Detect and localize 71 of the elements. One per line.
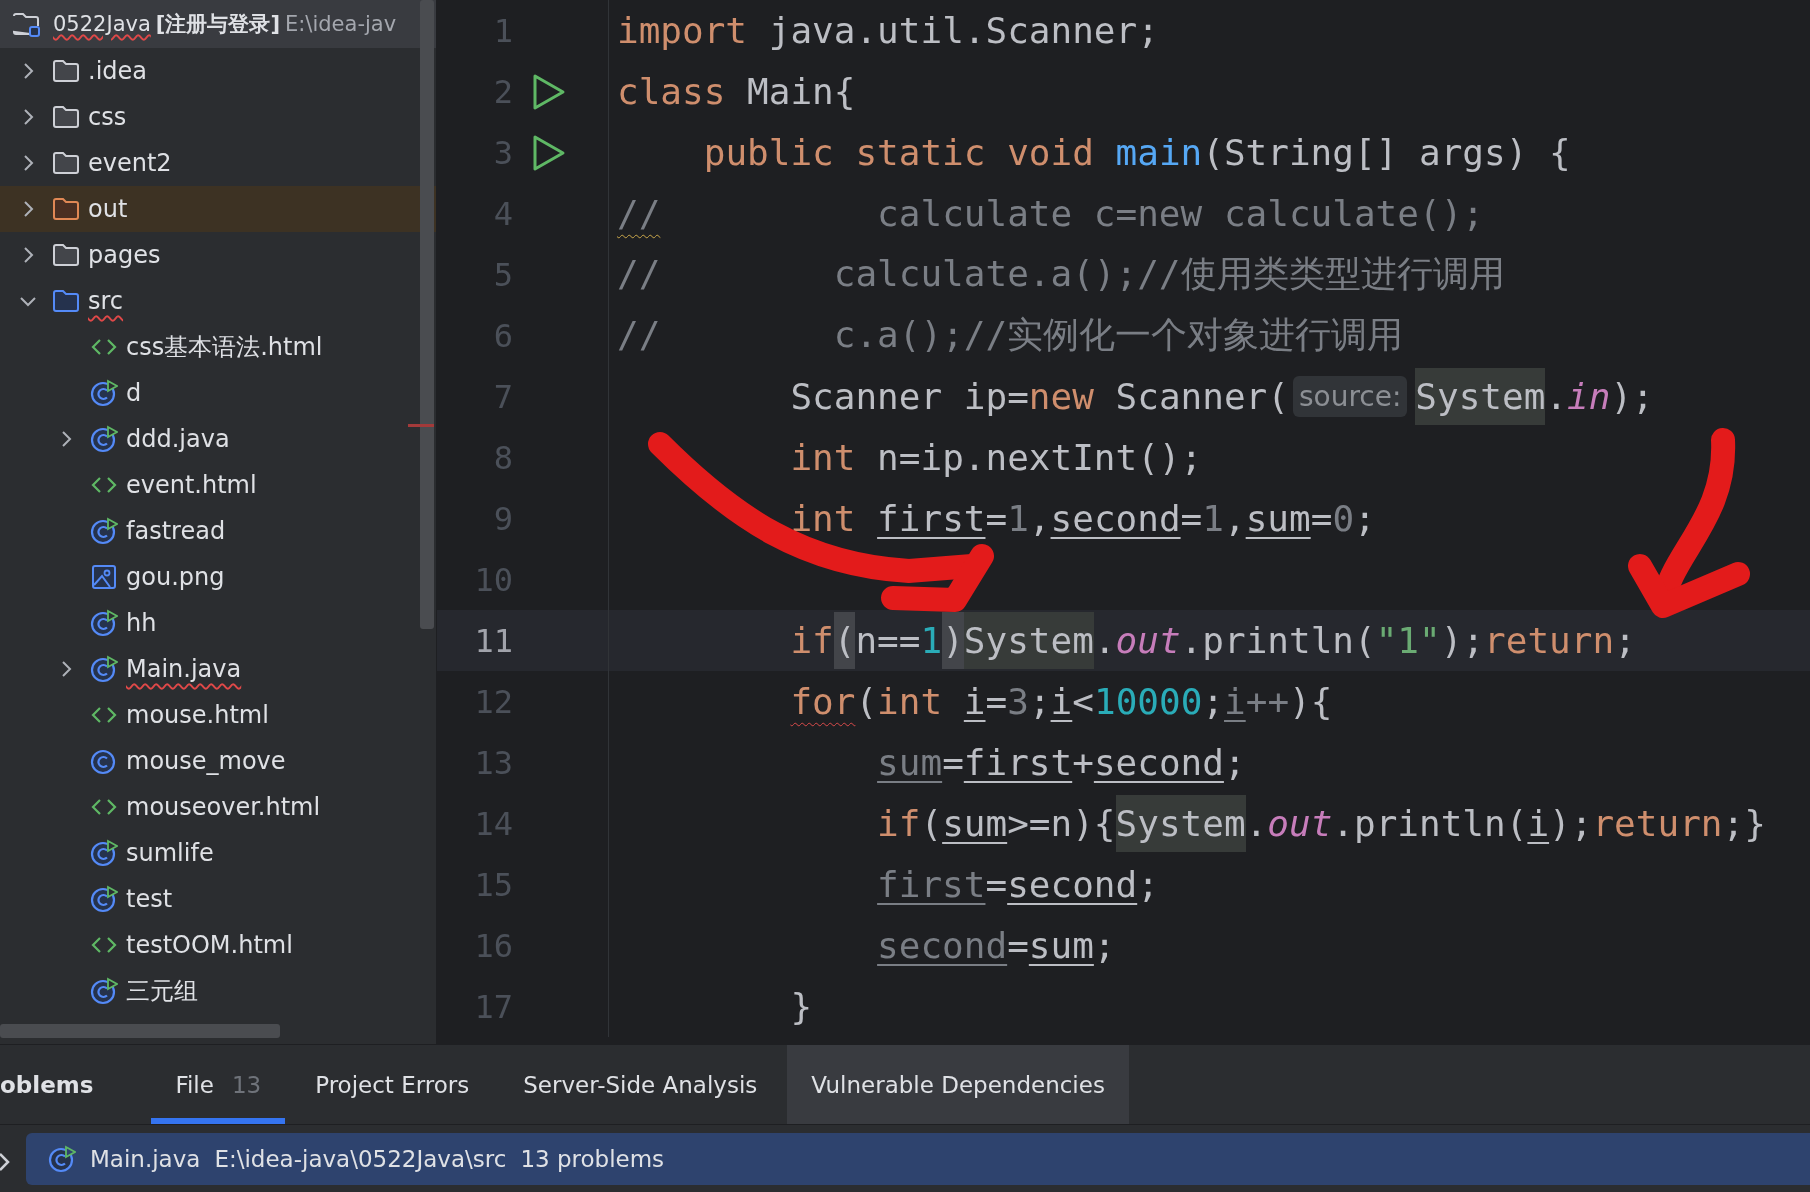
runnable-class-icon <box>90 977 118 1005</box>
tree-item-label[interactable]: test <box>126 885 173 913</box>
panel-tab[interactable]: Vulnerable Dependencies <box>787 1045 1129 1124</box>
folder-icon <box>52 195 80 223</box>
code-line: // calculate c=new calculate(); <box>616 192 1484 236</box>
tree-item-label[interactable]: Main.java <box>126 655 242 683</box>
runnable-class-icon <box>90 839 118 867</box>
code-line: if(n==1)System.out.println("1");return; <box>609 610 1636 671</box>
panel-tab[interactable]: Server-Side Analysis <box>499 1045 782 1124</box>
tree-item-label[interactable]: css基本语法.html <box>126 331 323 363</box>
tree-item-label[interactable]: hh <box>126 609 157 637</box>
code-line: public static void main(String[] args) { <box>702 131 1571 175</box>
tree-item-label[interactable]: src <box>88 287 124 315</box>
tree-item-label[interactable]: event2 <box>88 149 172 177</box>
code-line: second=sum; <box>876 924 1116 968</box>
module-name: [注册与登录] <box>155 11 280 38</box>
code-line: } <box>789 985 813 1029</box>
problem-file-row[interactable]: Main.java E:\idea-java\0522Java\src 13 problems <box>26 1132 1810 1185</box>
code-line: // calculate.a();//使用类类型进行调用 <box>616 252 1505 296</box>
scrollbar-thumb[interactable] <box>0 1024 280 1038</box>
scrollbar-thumb[interactable] <box>420 0 434 629</box>
panel-tab[interactable]: File 13 <box>151 1045 286 1124</box>
project-folder-icon <box>12 10 40 38</box>
tree-item-label[interactable]: fastread <box>126 517 226 545</box>
tree-item-label[interactable]: mouse_move <box>126 747 286 775</box>
tree-item-label[interactable]: out <box>88 195 128 223</box>
line-number: 11 <box>473 621 513 660</box>
tree-item-label[interactable]: .idea <box>88 57 147 85</box>
code-line: import java.util.Scanner; <box>616 9 1159 53</box>
code-line: class Main{ <box>616 70 856 114</box>
code-line: for(int i=3;i<10000;i++){ <box>789 680 1333 724</box>
runnable-class-icon <box>90 655 118 683</box>
class-icon <box>90 747 118 775</box>
tree-item-label[interactable]: mouseover.html <box>126 793 321 821</box>
tree-item-label[interactable]: gou.png <box>126 563 225 591</box>
project-name: 0522Java <box>53 12 151 38</box>
panel-title: oblems <box>0 1070 95 1100</box>
file-name: Main.java <box>90 1145 201 1172</box>
project-path: E:\idea-jav <box>285 12 397 36</box>
runnable-class-icon <box>90 885 118 913</box>
code-line: // c.a();//实例化一个对象进行调用 <box>616 313 1404 357</box>
problem-count: 13 problems <box>520 1145 665 1172</box>
tree-item-label[interactable]: ddd.java <box>126 425 230 453</box>
runnable-class-icon <box>90 517 118 545</box>
image-file-icon <box>90 563 118 591</box>
folder-icon <box>52 103 80 131</box>
folder-icon <box>52 149 80 177</box>
tree-item-label[interactable]: css <box>88 103 127 131</box>
folder-icon <box>52 57 80 85</box>
folder-icon <box>52 241 80 269</box>
tree-item-label[interactable]: testOOM.html <box>126 931 293 959</box>
tree-item-label[interactable]: d <box>126 379 142 407</box>
file-path: E:\idea-java\0522Java\src <box>214 1145 507 1172</box>
tree-item-label[interactable]: 三元组 <box>126 975 198 1007</box>
runnable-class-icon <box>90 425 118 453</box>
code-line: if(sum>=n){System.out.println(i);return;} <box>609 793 1766 854</box>
error-stripe-marker <box>408 424 434 427</box>
panel-tab[interactable]: Project Errors <box>291 1045 494 1124</box>
tree-item-label[interactable]: event.html <box>126 471 257 499</box>
code-line: first=second; <box>876 863 1159 907</box>
tree-item-label[interactable]: pages <box>88 241 161 269</box>
runnable-class-icon <box>48 1144 76 1173</box>
runnable-class-icon <box>90 609 118 637</box>
code-line: int n=ip.nextInt(); <box>789 436 1203 480</box>
tree-item-label[interactable]: sumlife <box>126 839 214 867</box>
excluded-folder-highlight[interactable]: out <box>0 186 436 232</box>
runnable-class-icon <box>90 379 118 407</box>
tree-item-label[interactable]: mouse.html <box>126 701 269 729</box>
code-line: int first=1,second=1,sum=0; <box>789 497 1376 541</box>
code-line: sum=first+second; <box>876 741 1246 785</box>
code-line: Scanner ip=new Scanner( source: System.in); <box>609 366 1654 427</box>
